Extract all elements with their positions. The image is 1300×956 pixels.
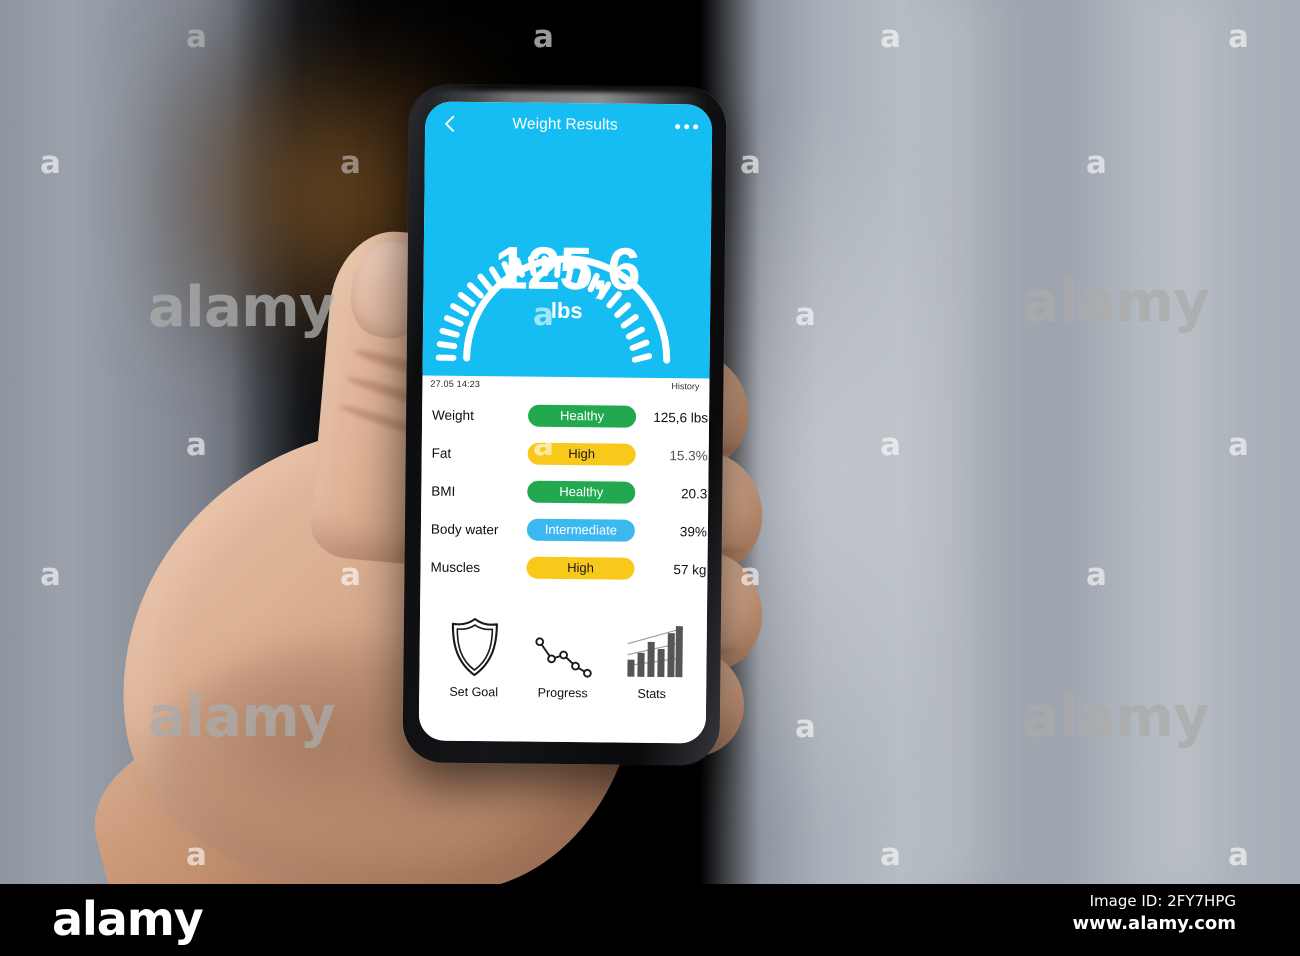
- watermark-glyph: a: [1228, 837, 1249, 873]
- watermark-glyph: a: [1086, 145, 1107, 181]
- footer-meta: Image ID: 2FY7HPG www.alamy.com: [1072, 892, 1236, 934]
- watermark-glyph: a: [40, 145, 61, 181]
- site-url: www.alamy.com: [1072, 913, 1236, 934]
- watermark-glyph: a: [186, 837, 207, 873]
- watermark-glyph: a: [1228, 427, 1249, 463]
- watermark-word: alamy: [1022, 685, 1210, 750]
- watermark-glyph: a: [186, 427, 207, 463]
- watermark-glyph: a: [795, 709, 816, 745]
- watermark-glyph: a: [740, 557, 761, 593]
- watermark-glyph: a: [533, 427, 554, 463]
- watermark-glyph: a: [533, 19, 554, 55]
- watermark-glyph: a: [880, 837, 901, 873]
- watermark-glyph: a: [1228, 19, 1249, 55]
- watermark-glyph: a: [340, 145, 361, 181]
- watermark-glyph: a: [533, 297, 554, 333]
- watermark-glyph: a: [186, 19, 207, 55]
- watermark-glyph: a: [1086, 557, 1107, 593]
- watermark-glyph: a: [880, 427, 901, 463]
- watermark-layer: a a a a a a a a alamy a alamy a a a a a …: [0, 0, 1300, 884]
- image-id: Image ID: 2FY7HPG: [1089, 892, 1236, 910]
- watermark-word: alamy: [1022, 270, 1210, 335]
- watermark-glyph: a: [533, 709, 554, 745]
- photo-scene: Weight Results 125,6 lbs 27.05 14:23 His…: [0, 0, 1300, 884]
- watermark-glyph: a: [340, 557, 361, 593]
- watermark-word: alamy: [148, 275, 336, 340]
- watermark-glyph: a: [40, 557, 61, 593]
- watermark-glyph: a: [740, 145, 761, 181]
- watermark-word: alamy: [148, 685, 336, 750]
- alamy-logo: alamy: [52, 892, 204, 946]
- stock-footer: alamy Image ID: 2FY7HPG www.alamy.com: [0, 884, 1300, 956]
- watermark-glyph: a: [795, 297, 816, 333]
- watermark-glyph: a: [880, 19, 901, 55]
